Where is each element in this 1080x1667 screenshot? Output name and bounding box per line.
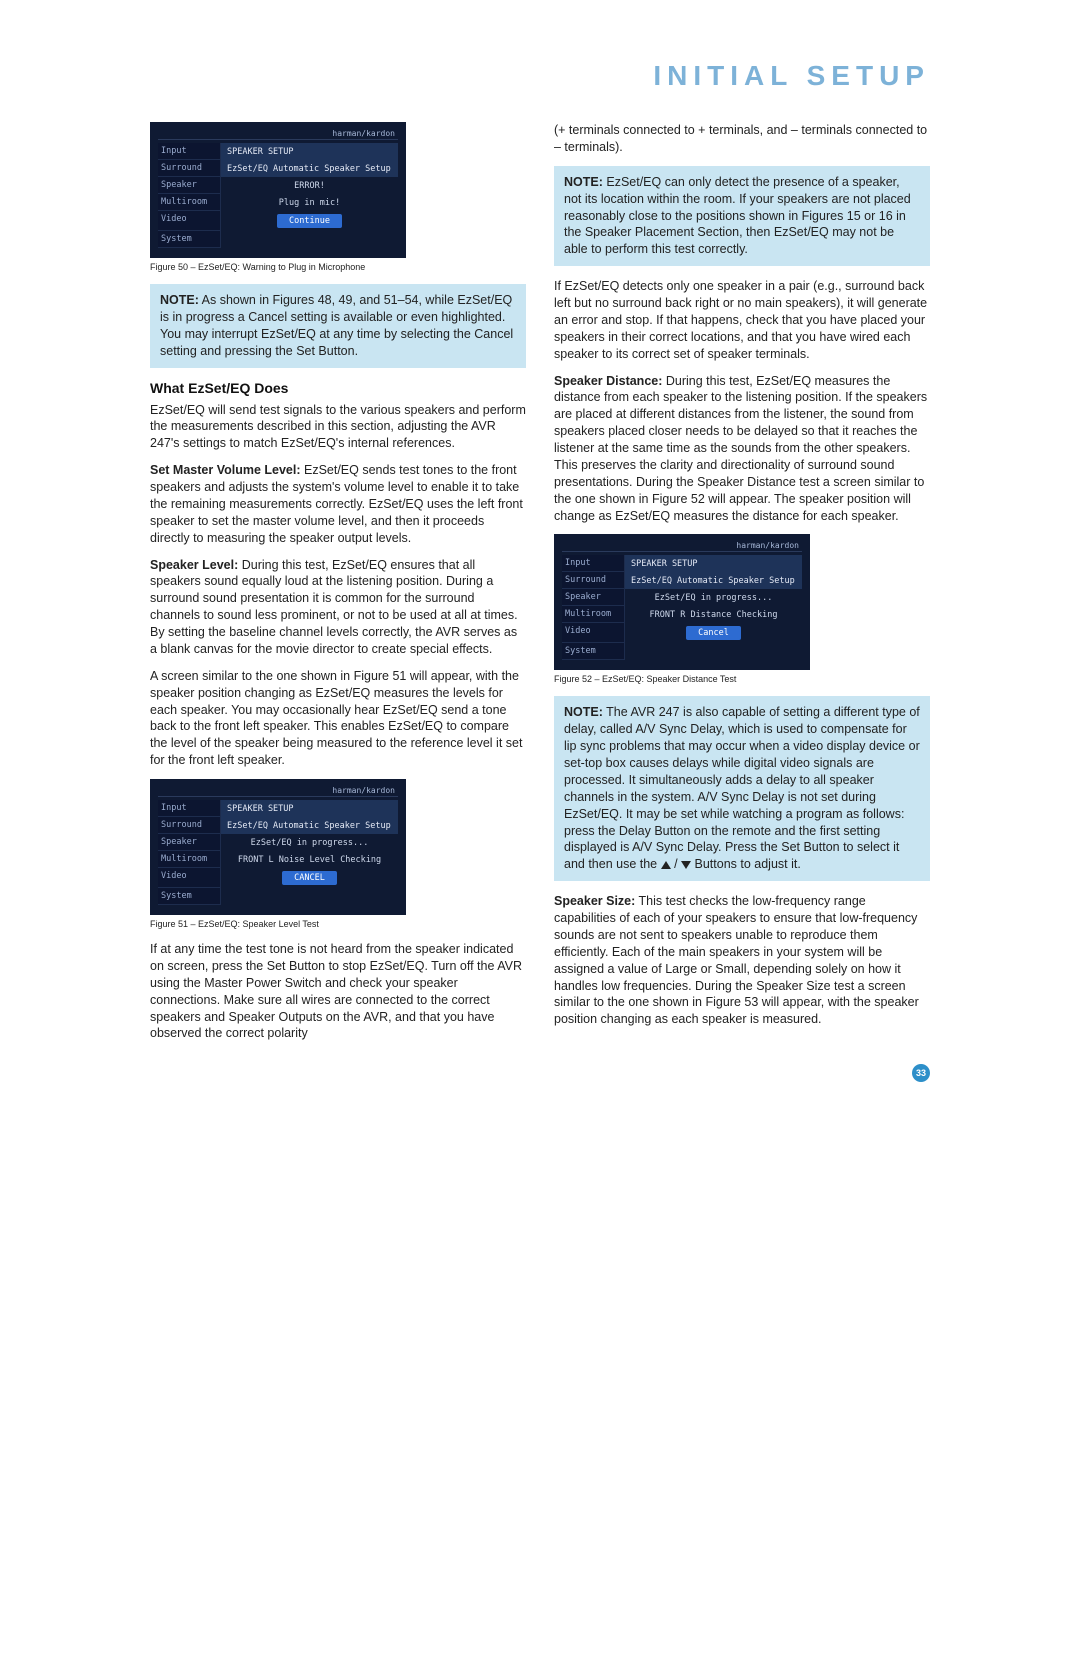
osd-sidebar-item: Input <box>158 800 221 817</box>
paragraph-text: This test checks the low-frequency range… <box>554 894 919 1026</box>
figure-52-osd: harman/kardon Input SPEAKER SETUP Surrou… <box>554 534 810 670</box>
left-column: harman/kardon Input SPEAKER SETUP Surrou… <box>150 122 526 1052</box>
paragraph-text: During this test, EzSet/EQ ensures that … <box>150 558 518 656</box>
continue-button: Continue <box>277 214 342 228</box>
section-heading: What EzSet/EQ Does <box>150 380 526 396</box>
osd-subtitle: EzSet/EQ Automatic Speaker Setup <box>221 160 398 177</box>
page-title: INITIAL SETUP <box>150 60 930 92</box>
body-paragraph: A screen similar to the one shown in Fig… <box>150 668 526 769</box>
osd-subtitle: EzSet/EQ Automatic Speaker Setup <box>221 817 398 834</box>
osd-sidebar-item: Video <box>562 623 625 643</box>
osd-sidebar-item: Surround <box>158 160 221 177</box>
down-triangle-icon <box>681 861 691 869</box>
osd-line: Plug in mic! <box>221 194 398 211</box>
note-text-b: Buttons to adjust it. <box>691 857 801 871</box>
paragraph-text: During this test, EzSet/EQ measures the … <box>554 374 927 523</box>
osd-line: EzSet/EQ in progress... <box>625 589 802 606</box>
note-box-1: NOTE: As shown in Figures 48, 49, and 51… <box>150 284 526 368</box>
osd-sidebar-item: System <box>158 888 221 905</box>
note-text: As shown in Figures 48, 49, and 51–54, w… <box>160 293 513 358</box>
body-paragraph: Set Master Volume Level: EzSet/EQ sends … <box>150 462 526 546</box>
up-triangle-icon <box>661 861 671 869</box>
two-column-layout: harman/kardon Input SPEAKER SETUP Surrou… <box>150 122 930 1052</box>
right-column: (+ terminals connected to + terminals, a… <box>554 122 930 1052</box>
osd-line <box>221 888 398 905</box>
osd-sidebar-item: System <box>562 643 625 660</box>
osd-line: ERROR! <box>221 177 398 194</box>
figure-50-caption: Figure 50 – EzSet/EQ: Warning to Plug in… <box>150 262 526 272</box>
body-paragraph: (+ terminals connected to + terminals, a… <box>554 122 930 156</box>
osd-title: SPEAKER SETUP <box>221 800 398 817</box>
osd-brand: harman/kardon <box>562 540 802 552</box>
figure-51-caption: Figure 51 – EzSet/EQ: Speaker Level Test <box>150 919 526 929</box>
osd-sidebar-item: Video <box>158 211 221 231</box>
osd-sidebar-item: Speaker <box>562 589 625 606</box>
osd-line: EzSet/EQ in progress... <box>221 834 398 851</box>
osd-line <box>625 643 802 660</box>
note-label: NOTE: <box>564 175 603 189</box>
osd-sidebar-item: Input <box>562 555 625 572</box>
figure-50-osd: harman/kardon Input SPEAKER SETUP Surrou… <box>150 122 406 258</box>
note-box-2: NOTE: EzSet/EQ can only detect the prese… <box>554 166 930 266</box>
note-text-a: The AVR 247 is also capable of setting a… <box>564 705 920 871</box>
osd-button-row: Continue <box>221 211 398 231</box>
osd-sidebar-item: Speaker <box>158 834 221 851</box>
page-number-badge: 33 <box>912 1064 930 1082</box>
body-paragraph: EzSet/EQ will send test signals to the v… <box>150 402 526 453</box>
paragraph-label: Set Master Volume Level: <box>150 463 301 477</box>
osd-line: FRONT L Noise Level Checking <box>221 851 398 868</box>
osd-sidebar-item: Multiroom <box>562 606 625 623</box>
osd-sidebar-item: Multiroom <box>158 194 221 211</box>
figure-52-caption: Figure 52 – EzSet/EQ: Speaker Distance T… <box>554 674 930 684</box>
cancel-button: Cancel <box>686 626 741 640</box>
osd-brand: harman/kardon <box>158 785 398 797</box>
osd-line: FRONT R Distance Checking <box>625 606 802 623</box>
osd-button-row: Cancel <box>625 623 802 643</box>
osd-line <box>221 231 398 248</box>
figure-51-osd: harman/kardon Input SPEAKER SETUP Surrou… <box>150 779 406 915</box>
osd-button-row: CANCEL <box>221 868 398 888</box>
body-paragraph: Speaker Distance: During this test, EzSe… <box>554 373 930 525</box>
osd-sidebar-item: Input <box>158 143 221 160</box>
osd-sidebar-item: Multiroom <box>158 851 221 868</box>
osd-sidebar-item: Speaker <box>158 177 221 194</box>
osd-title: SPEAKER SETUP <box>625 555 802 572</box>
paragraph-label: Speaker Size: <box>554 894 635 908</box>
body-paragraph: If at any time the test tone is not hear… <box>150 941 526 1042</box>
osd-brand: harman/kardon <box>158 128 398 140</box>
note-text: EzSet/EQ can only detect the presence of… <box>564 175 911 257</box>
osd-sidebar-item: Surround <box>158 817 221 834</box>
note-label: NOTE: <box>160 293 199 307</box>
note-box-3: NOTE: The AVR 247 is also capable of set… <box>554 696 930 881</box>
note-label: NOTE: <box>564 705 603 719</box>
osd-sidebar-item: System <box>158 231 221 248</box>
body-paragraph: Speaker Level: During this test, EzSet/E… <box>150 557 526 658</box>
paragraph-label: Speaker Distance: <box>554 374 662 388</box>
osd-sidebar-item: Surround <box>562 572 625 589</box>
body-paragraph: Speaker Size: This test checks the low-f… <box>554 893 930 1028</box>
cancel-button: CANCEL <box>282 871 337 885</box>
body-paragraph: If EzSet/EQ detects only one speaker in … <box>554 278 930 362</box>
osd-subtitle: EzSet/EQ Automatic Speaker Setup <box>625 572 802 589</box>
osd-title: SPEAKER SETUP <box>221 143 398 160</box>
osd-sidebar-item: Video <box>158 868 221 888</box>
paragraph-label: Speaker Level: <box>150 558 238 572</box>
